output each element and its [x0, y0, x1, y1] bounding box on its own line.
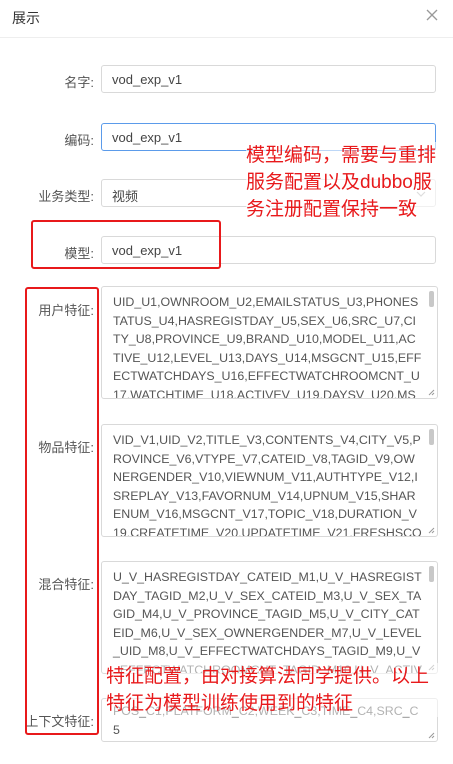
code-annotation: 模型编码，需要与重排服务配置以及dubbo服务注册配置保持一致	[246, 142, 446, 223]
mixed-features-text: U_V_HASREGISTDAY_CATEID_M1,U_V_HASREGIST…	[113, 570, 422, 673]
item-features-label: 物品特征:	[38, 440, 94, 455]
user-features-label: 用户特征:	[38, 303, 94, 318]
scrollbar[interactable]	[429, 429, 434, 445]
close-icon[interactable]	[424, 7, 440, 23]
user-features-textarea[interactable]: UID_U1,OWNROOM_U2,EMAILSTATUS_U3,PHONEST…	[101, 286, 438, 399]
resize-handle-icon[interactable]	[428, 732, 435, 739]
biztype-label: 业务类型:	[38, 189, 94, 204]
name-label: 名字:	[64, 75, 94, 90]
code-label: 编码:	[64, 133, 94, 148]
biztype-value: 视频	[112, 189, 139, 204]
item-features-text: VID_V1,UID_V2,TITLE_V3,CONTENTS_V4,CITY_…	[113, 433, 422, 537]
features-highlight-box	[25, 287, 99, 735]
mixed-features-textarea[interactable]: U_V_HASREGISTDAY_CATEID_M1,U_V_HASREGIST…	[101, 561, 438, 674]
dialog-header: 展示	[0, 0, 453, 38]
model-label: 模型:	[64, 246, 94, 261]
resize-handle-icon[interactable]	[428, 527, 435, 534]
model-input[interactable]: vod_exp_v1	[101, 236, 436, 264]
features-annotation: 特征配置，由对接算法同学提供。以上特征为模型训练使用到的特征	[106, 663, 446, 717]
name-input[interactable]: vod_exp_v1	[101, 65, 436, 93]
item-features-textarea[interactable]: VID_V1,UID_V2,TITLE_V3,CONTENTS_V4,CITY_…	[101, 424, 438, 537]
scrollbar[interactable]	[429, 291, 434, 307]
context-features-label: 上下文特征:	[25, 714, 94, 729]
scrollbar[interactable]	[429, 566, 434, 582]
dialog-title: 展示	[12, 10, 40, 26]
mixed-features-label: 混合特征:	[38, 577, 94, 592]
resize-handle-icon[interactable]	[428, 389, 435, 396]
user-features-text: UID_U1,OWNROOM_U2,EMAILSTATUS_U3,PHONEST…	[113, 295, 422, 399]
